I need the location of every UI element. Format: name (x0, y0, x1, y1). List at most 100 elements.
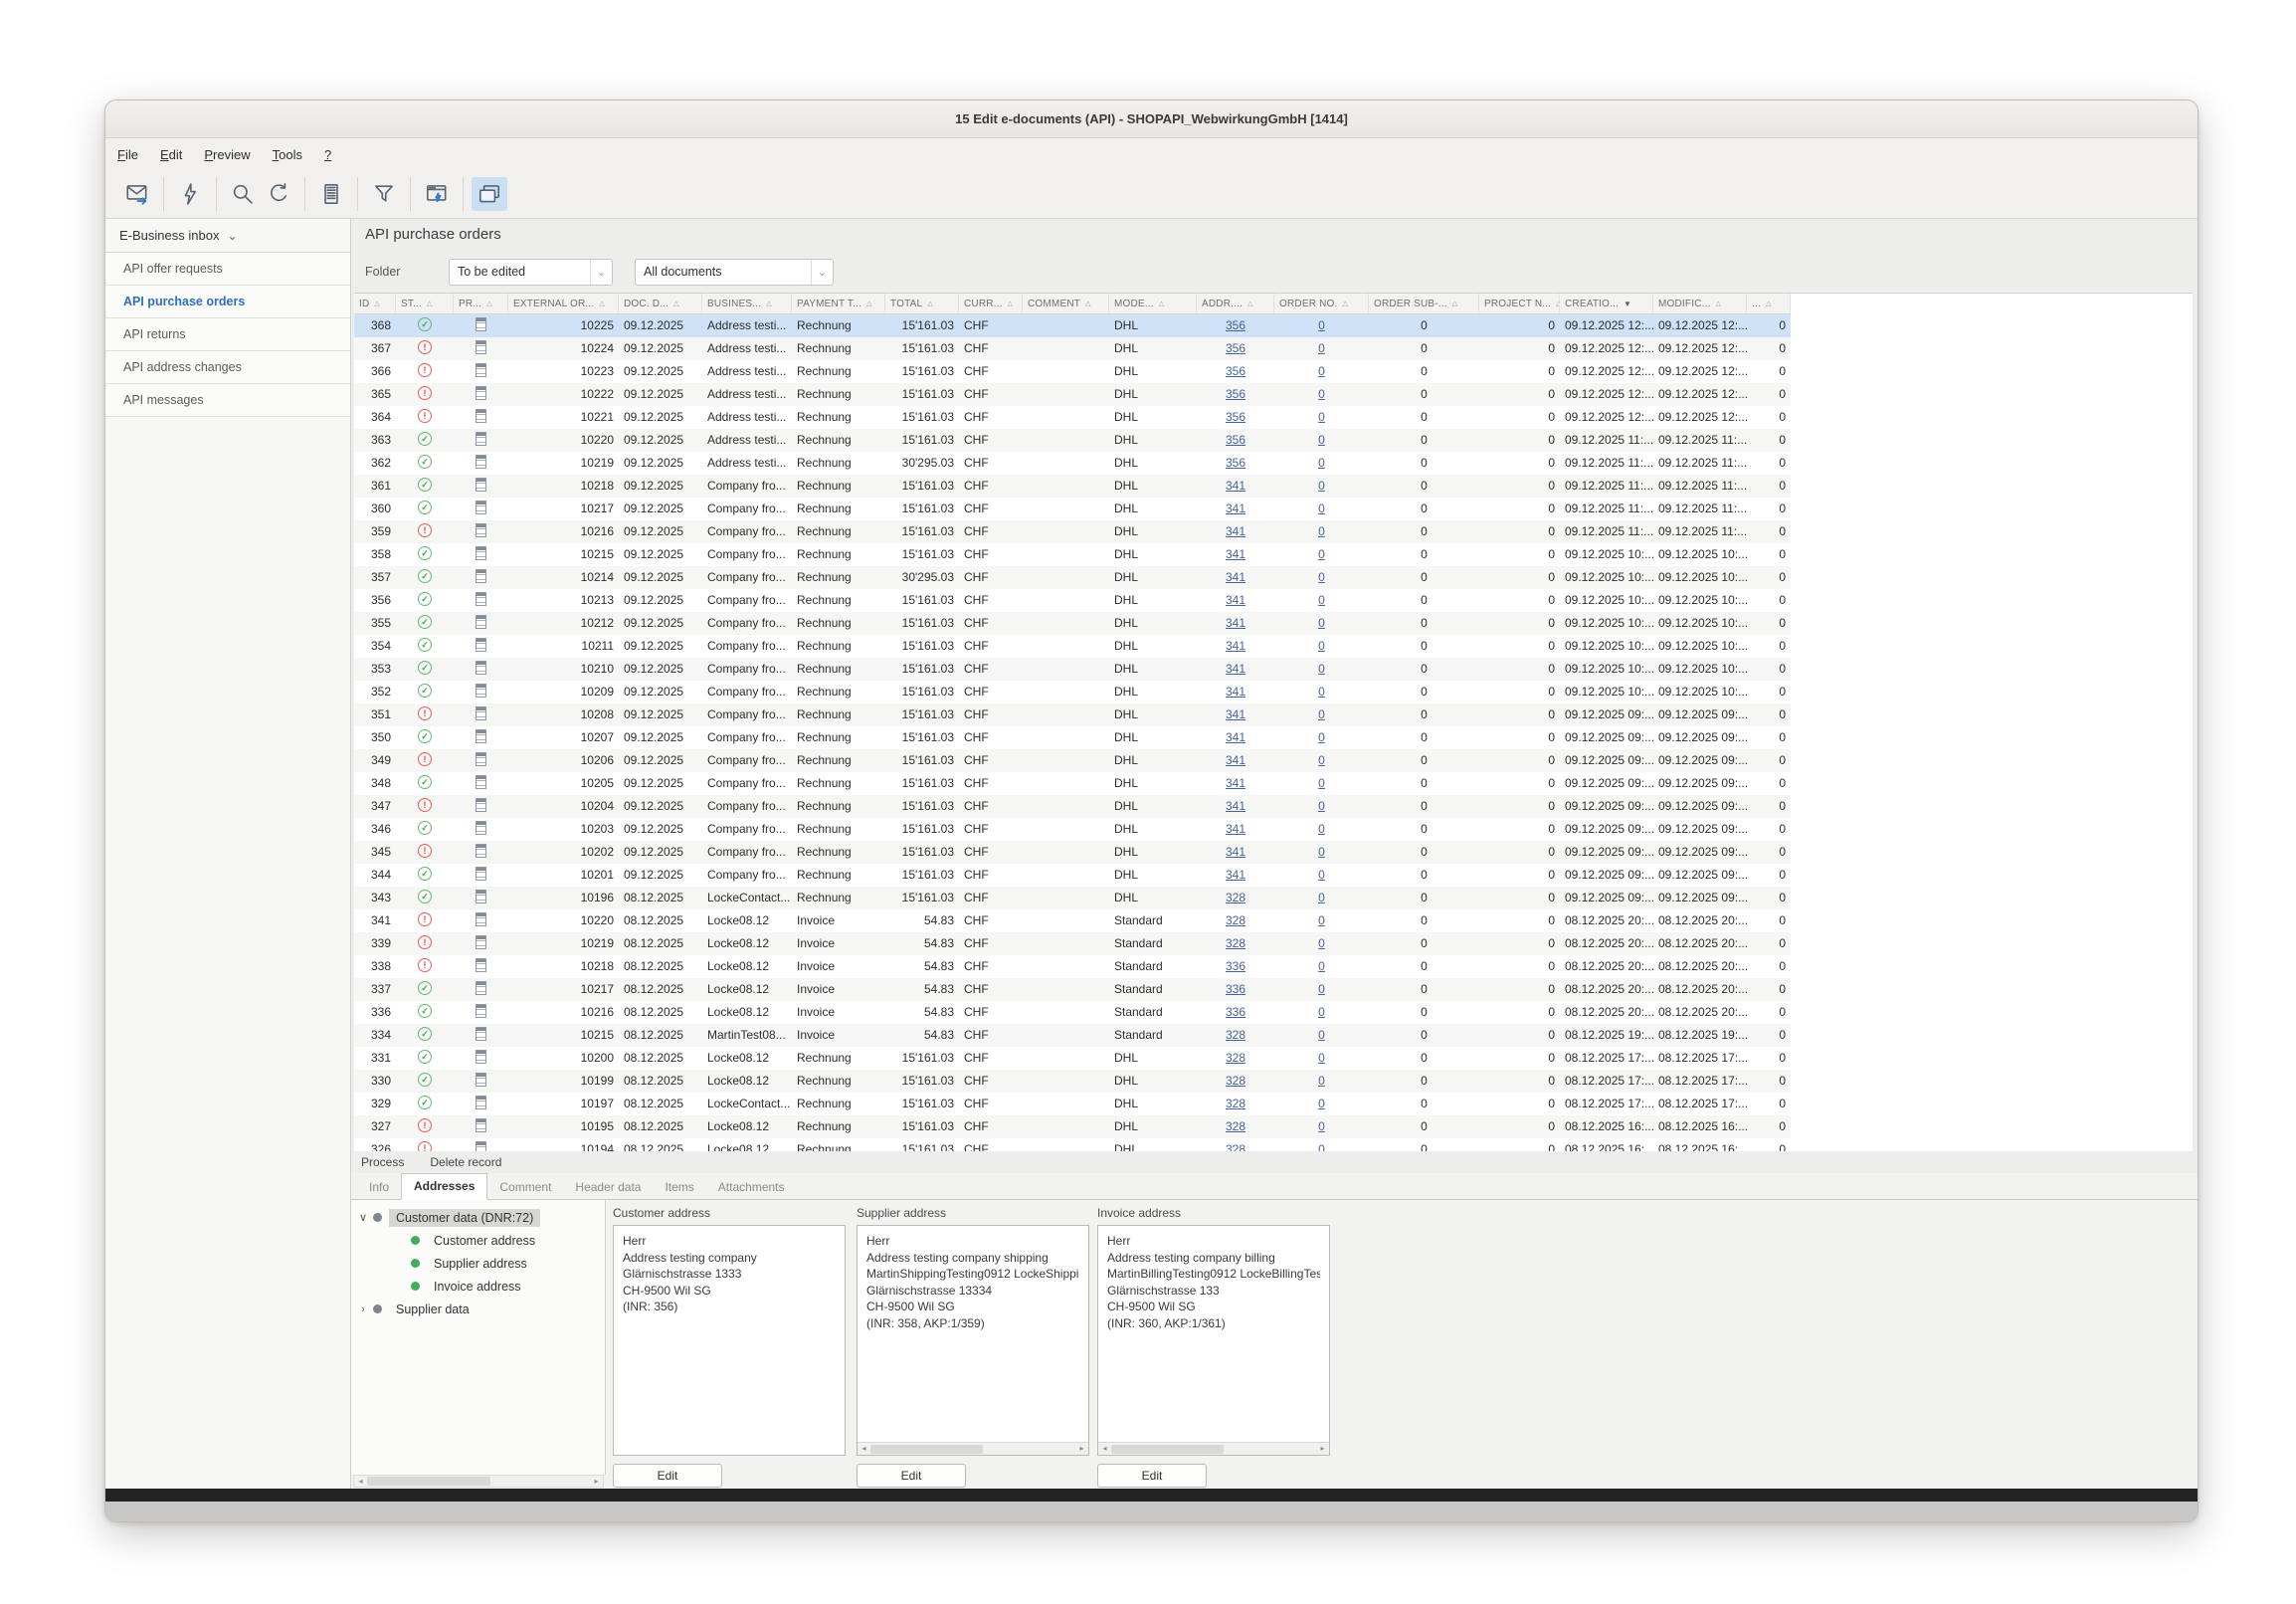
table-row[interactable]: 327!1019508.12.2025Locke08.12Rechnung15'… (354, 1115, 1791, 1138)
table-row[interactable]: 360✓1021709.12.2025Company fro...Rechnun… (354, 498, 1791, 520)
edit-invoice-address-button[interactable]: Edit (1097, 1464, 1207, 1488)
addr-link[interactable]: 341 (1226, 570, 1245, 584)
table-row[interactable]: 346✓1020309.12.2025Company fro...Rechnun… (354, 818, 1791, 841)
column-header-curr[interactable]: CURR...△ (959, 294, 1023, 313)
document-icon[interactable] (476, 706, 486, 720)
table-row[interactable]: 358✓1021509.12.2025Company fro...Rechnun… (354, 543, 1791, 566)
order_no-link[interactable]: 0 (1318, 685, 1325, 699)
addr-link[interactable]: 336 (1226, 1005, 1245, 1019)
document-icon[interactable] (476, 1141, 486, 1151)
table-row[interactable]: 367!1022409.12.2025Address testi...Rechn… (354, 337, 1791, 360)
column-header-id[interactable]: ID△ (354, 294, 396, 313)
order_no-link[interactable]: 0 (1318, 524, 1325, 538)
window-process-icon[interactable] (419, 177, 455, 211)
addr-link[interactable]: 328 (1226, 1119, 1245, 1133)
document-icon[interactable] (476, 501, 486, 514)
tab-info[interactable]: Info (357, 1175, 401, 1200)
document-icon[interactable] (476, 798, 486, 812)
sidebar-item-api-address-changes[interactable]: API address changes (105, 351, 350, 384)
collapse-icon[interactable]: ∨ (355, 1211, 371, 1224)
refresh-icon[interactable] (261, 177, 296, 211)
chevron-down-icon[interactable]: ⌄ (811, 260, 833, 285)
search-icon[interactable] (225, 177, 261, 211)
scroll-right-icon[interactable]: ▸ (590, 1477, 603, 1486)
expand-icon[interactable]: › (355, 1303, 371, 1315)
column-header-addr[interactable]: ADDR....△ (1197, 294, 1274, 313)
table-row[interactable]: 330✓1019908.12.2025Locke08.12Rechnung15'… (354, 1070, 1791, 1093)
order_no-link[interactable]: 0 (1318, 639, 1325, 653)
order_no-link[interactable]: 0 (1318, 868, 1325, 882)
addr-link[interactable]: 356 (1226, 433, 1245, 447)
order_no-link[interactable]: 0 (1318, 1005, 1325, 1019)
document-icon[interactable] (476, 912, 486, 926)
edit-supplier-address-button[interactable]: Edit (857, 1464, 966, 1488)
table-row[interactable]: 326!1019408.12.2025Locke08.12Rechnung15'… (354, 1138, 1791, 1151)
column-header-pr[interactable]: PR...△ (454, 294, 508, 313)
column-header-[interactable]: ...△ (1747, 294, 1791, 313)
order_no-link[interactable]: 0 (1318, 982, 1325, 996)
addr-link[interactable]: 328 (1226, 891, 1245, 904)
table-row[interactable]: 344✓1020109.12.2025Company fro...Rechnun… (354, 864, 1791, 887)
table-row[interactable]: 368✓1022509.12.2025Address testi...Rechn… (354, 314, 1791, 337)
tab-comment[interactable]: Comment (487, 1175, 563, 1200)
column-header-comment[interactable]: COMMENT△ (1023, 294, 1109, 313)
tree-item-supplier-data[interactable]: ›Supplier data (351, 1298, 605, 1320)
column-header-modific[interactable]: MODIFIC...△ (1653, 294, 1747, 313)
order_no-link[interactable]: 0 (1318, 913, 1325, 927)
order_no-link[interactable]: 0 (1318, 822, 1325, 836)
addr-link[interactable]: 328 (1226, 913, 1245, 927)
addr-link[interactable]: 356 (1226, 318, 1245, 332)
menu-tools[interactable]: Tools (273, 147, 302, 162)
addr-link[interactable]: 328 (1226, 1051, 1245, 1065)
order_no-link[interactable]: 0 (1318, 1074, 1325, 1088)
document-icon[interactable] (476, 821, 486, 835)
column-header-order-no[interactable]: ORDER NO.△ (1274, 294, 1369, 313)
addr-link[interactable]: 341 (1226, 593, 1245, 607)
table-row[interactable]: 351!1020809.12.2025Company fro...Rechnun… (354, 703, 1791, 726)
table-row[interactable]: 357✓1021409.12.2025Company fro...Rechnun… (354, 566, 1791, 589)
folder-select[interactable]: To be edited ⌄ (449, 259, 613, 286)
addr-link[interactable]: 341 (1226, 639, 1245, 653)
report-icon[interactable] (313, 177, 349, 211)
menu-edit[interactable]: Edit (160, 147, 182, 162)
table-row[interactable]: 334✓1021508.12.2025MartinTest08...Invoic… (354, 1024, 1791, 1047)
sidebar-item-api-returns[interactable]: API returns (105, 318, 350, 351)
scroll-left-icon[interactable]: ◂ (1098, 1442, 1111, 1455)
order_no-link[interactable]: 0 (1318, 662, 1325, 676)
document-icon[interactable] (476, 569, 486, 583)
table-row[interactable]: 353✓1021009.12.2025Company fro...Rechnun… (354, 658, 1791, 681)
column-header-st[interactable]: ST...△ (396, 294, 454, 313)
document-icon[interactable] (476, 661, 486, 675)
column-header-payment-t[interactable]: PAYMENT T...△ (792, 294, 885, 313)
document-icon[interactable] (476, 317, 486, 331)
table-row[interactable]: 356✓1021309.12.2025Company fro...Rechnun… (354, 589, 1791, 612)
menu-file[interactable]: File (117, 147, 138, 162)
order_no-link[interactable]: 0 (1318, 799, 1325, 813)
process-button[interactable]: Process (361, 1155, 404, 1169)
table-row[interactable]: 354✓1021109.12.2025Company fro...Rechnun… (354, 635, 1791, 658)
scroll-left-icon[interactable]: ◂ (858, 1442, 870, 1455)
window-views-icon[interactable] (472, 177, 507, 211)
table-row[interactable]: 347!1020409.12.2025Company fro...Rechnun… (354, 795, 1791, 818)
document-icon[interactable] (476, 890, 486, 903)
document-icon[interactable] (476, 478, 486, 492)
tab-attachments[interactable]: Attachments (706, 1175, 797, 1200)
table-row[interactable]: 331✓1020008.12.2025Locke08.12Rechnung15'… (354, 1047, 1791, 1070)
addr-link[interactable]: 341 (1226, 845, 1245, 859)
table-row[interactable]: 355✓1021209.12.2025Company fro...Rechnun… (354, 612, 1791, 635)
document-icon[interactable] (476, 775, 486, 789)
order_no-link[interactable]: 0 (1318, 547, 1325, 561)
document-icon[interactable] (476, 1118, 486, 1132)
order_no-link[interactable]: 0 (1318, 341, 1325, 355)
order_no-link[interactable]: 0 (1318, 501, 1325, 515)
sidebar-item-api-purchase-orders[interactable]: API purchase orders (105, 286, 350, 318)
chevron-down-icon[interactable]: ⌄ (590, 260, 612, 285)
address-box-scrollbar[interactable]: ◂▸ (1098, 1442, 1329, 1455)
column-header-total[interactable]: TOTAL△ (885, 294, 959, 313)
order_no-link[interactable]: 0 (1318, 959, 1325, 973)
column-header-mode[interactable]: MODE...△ (1109, 294, 1197, 313)
document-icon[interactable] (476, 1004, 486, 1018)
document-icon[interactable] (476, 363, 486, 377)
document-icon[interactable] (476, 729, 486, 743)
order_no-link[interactable]: 0 (1318, 570, 1325, 584)
